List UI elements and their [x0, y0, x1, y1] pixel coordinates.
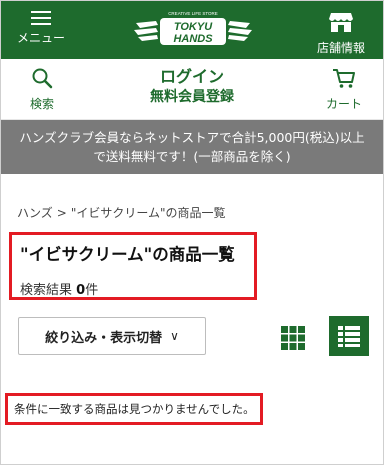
logo-tagline: CREATIVE LIFE STORE: [168, 11, 218, 16]
logo-line1: TOKYU: [174, 21, 213, 33]
breadcrumb-home-link[interactable]: ハンズ: [17, 206, 53, 220]
cart-icon: [333, 69, 355, 88]
breadcrumb: ハンズ > "イビサクリーム"の商品一覧: [17, 204, 226, 221]
menu-label: メニュー: [16, 31, 65, 45]
menu-button[interactable]: メニュー: [9, 7, 73, 55]
chevron-down-icon: ∨: [170, 329, 179, 343]
breadcrumb-separator: >: [56, 206, 67, 220]
cart-button[interactable]: カート: [319, 65, 369, 112]
store-label: 店舗情報: [316, 41, 365, 55]
results-header-highlight: "イビサクリーム"の商品一覧 検索結果 0件: [9, 232, 257, 300]
no-results-message: 条件に一致する商品は見つかりませんでした。: [5, 393, 263, 425]
sub-header: 検索 ログイン 無料会員登録 カート: [1, 59, 383, 120]
filter-label: 絞り込み・表示切替: [45, 330, 163, 346]
shipping-notice: ハンズクラブ会員ならネットストアで合計5,000円(税込)以上 で送料無料です！…: [1, 120, 383, 174]
breadcrumb-current: "イビサクリーム"の商品一覧: [70, 206, 226, 220]
page-title: "イビサクリーム"の商品一覧: [20, 245, 235, 264]
result-count: 検索結果 0件: [20, 279, 246, 298]
list-view-button[interactable]: [329, 316, 369, 356]
result-count-prefix: 検索結果: [20, 283, 73, 298]
page: メニュー CREATIVE LIFE STORE TOKYU HANDS 店舗情…: [0, 0, 384, 465]
top-header: メニュー CREATIVE LIFE STORE TOKYU HANDS 店舗情…: [1, 1, 383, 59]
hamburger-icon: [31, 11, 51, 25]
result-count-suffix: 件: [85, 283, 99, 298]
notice-line2: で送料無料です！(一部商品を除く): [93, 149, 291, 164]
logo-line2: HANDS: [173, 33, 213, 45]
cart-label: カート: [325, 97, 362, 111]
tokyu-hands-logo[interactable]: CREATIVE LIFE STORE TOKYU HANDS: [128, 9, 258, 49]
notice-line1: ハンズクラブ会員ならネットストアで合計5,000円(税込)以上: [19, 130, 365, 145]
store-icon: [329, 13, 353, 32]
filter-display-toggle-button[interactable]: 絞り込み・表示切替 ∨: [18, 317, 206, 355]
list-view-icon: [338, 326, 360, 347]
store-info-button[interactable]: 店舗情報: [311, 7, 371, 55]
result-count-value: 0: [76, 283, 86, 298]
grid-view-icon[interactable]: [281, 326, 305, 350]
